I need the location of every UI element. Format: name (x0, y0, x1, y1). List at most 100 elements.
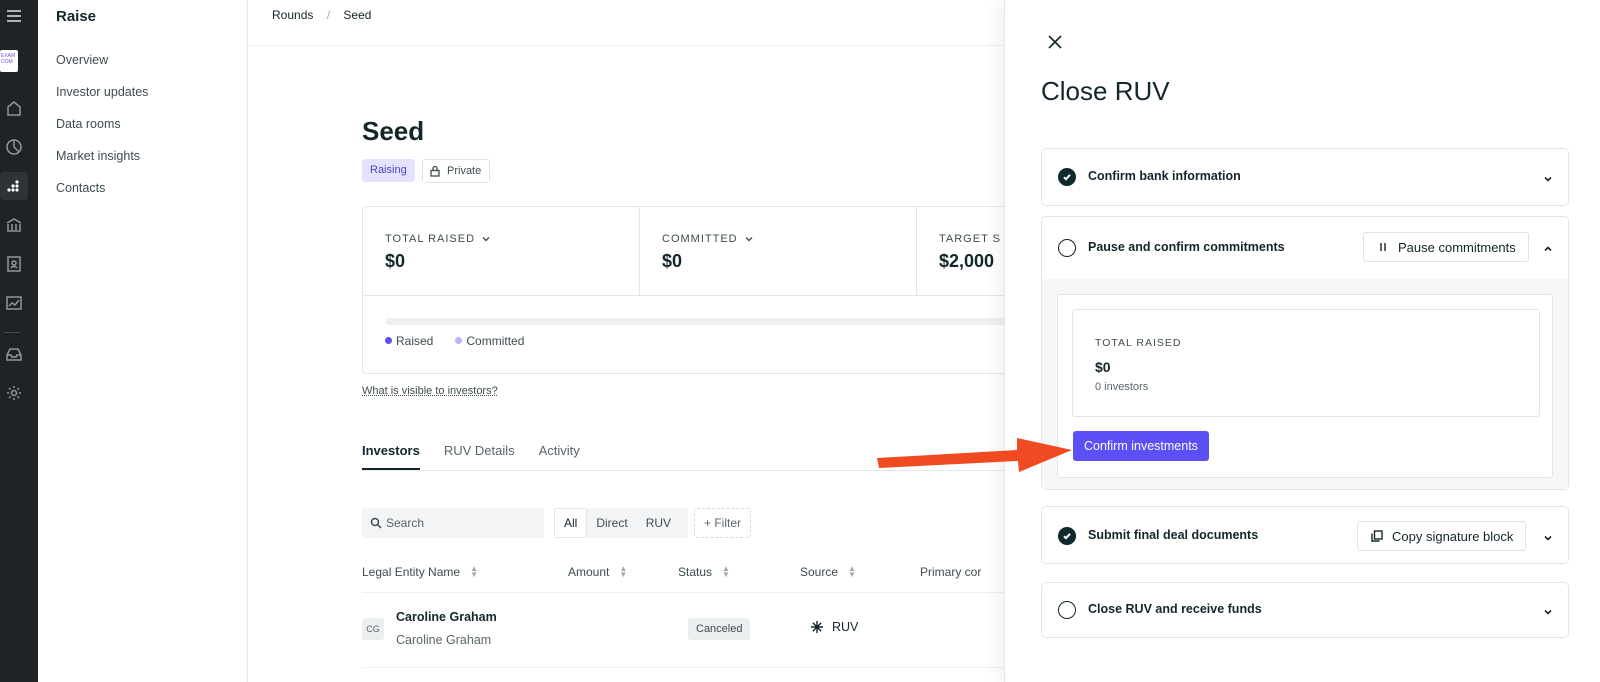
column-status[interactable]: Status ▲ ▼ (678, 564, 730, 580)
bank-icon[interactable] (0, 211, 28, 239)
progress-legend: Raised Committed (385, 334, 524, 348)
pause-commitments-button[interactable]: Pause commitments (1363, 232, 1529, 262)
chevron-down-icon (745, 237, 753, 242)
table-row-divider (362, 667, 1004, 668)
status-badge: Raising (362, 159, 415, 182)
check-circle-icon (1058, 527, 1076, 545)
sort-icon: ▲ ▼ (470, 564, 478, 579)
stat-target: TARGET S $2,000 (917, 207, 1004, 295)
sidebar-item-investor-updates[interactable]: Investor updates (56, 85, 148, 117)
confirm-card: TOTAL RAISED $0 0 investors Confirm inve… (1057, 294, 1553, 478)
committed-value: $0 (662, 251, 683, 271)
row-source: RUV (810, 620, 858, 634)
segment-direct[interactable]: Direct (587, 508, 636, 538)
copy-icon (1371, 530, 1383, 542)
check-circle-icon (1058, 168, 1076, 186)
chevron-down-icon (482, 237, 490, 242)
total-raised-value: $0 (385, 251, 406, 271)
total-raised-dropdown[interactable]: TOTAL RAISED (385, 233, 491, 245)
stats-card: TOTAL RAISED $0 COMMITTED $0 TARGET S $2… (362, 206, 1004, 374)
step-label: Close RUV and receive funds (1088, 602, 1262, 616)
column-source[interactable]: Source ▲ ▼ (800, 564, 856, 580)
investor-name[interactable]: Caroline Graham (396, 610, 497, 624)
step-confirm-bank-information[interactable]: Confirm bank information (1041, 148, 1569, 206)
chevron-down-icon[interactable] (1542, 531, 1554, 543)
legend-committed: Committed (455, 334, 524, 348)
sidebar-title: Raise (56, 8, 97, 25)
confirm-investments-button[interactable]: Confirm investments (1073, 431, 1209, 461)
avatar: CG (362, 618, 384, 640)
panel-title: Close RUV (1041, 76, 1170, 106)
chevron-down-icon[interactable] (1542, 605, 1554, 617)
legend-raised: Raised (385, 334, 433, 348)
step-label: Pause and confirm commitments (1088, 240, 1285, 254)
step-pause-and-confirm-commitments: Pause and confirm commitments Pause comm… (1041, 216, 1569, 490)
chevron-down-icon[interactable] (1542, 172, 1554, 184)
contacts-book-icon[interactable] (0, 250, 28, 278)
step-submit-final-deal-documents[interactable]: Submit final deal documents Copy signatu… (1041, 506, 1569, 564)
segment-all[interactable]: All (554, 508, 588, 538)
chart-line-icon[interactable] (0, 289, 28, 317)
copy-signature-block-button[interactable]: Copy signature block (1357, 521, 1527, 551)
stat-total-raised: TOTAL RAISED $0 (363, 207, 640, 295)
raise-progress-bar (385, 318, 1004, 325)
target-label: TARGET S (939, 233, 1001, 245)
lock-icon (430, 165, 440, 177)
raise-icon[interactable] (0, 172, 28, 200)
gear-icon[interactable] (0, 379, 28, 407)
summary-value: $0 (1095, 359, 1111, 375)
sidebar-item-market-insights[interactable]: Market insights (56, 149, 148, 181)
rail-divider (4, 332, 20, 333)
visibility-help-link[interactable]: What is visible to investors? (362, 385, 498, 397)
breadcrumb-rounds[interactable]: Rounds (272, 8, 313, 22)
secondary-sidebar: Raise Overview Investor updates Data roo… (38, 0, 248, 682)
stats-divider (363, 295, 1004, 296)
step-close-ruv-and-receive-funds[interactable]: Close RUV and receive funds (1041, 582, 1569, 638)
visibility-badge[interactable]: Private (422, 159, 491, 183)
page-title: Seed (362, 116, 425, 146)
home-icon[interactable] (0, 94, 28, 122)
empty-circle-icon (1058, 239, 1076, 257)
segment-ruv[interactable]: RUV (637, 508, 680, 538)
step-expanded-body: TOTAL RAISED $0 0 investors Confirm inve… (1042, 279, 1568, 489)
step-label: Submit final deal documents (1088, 528, 1259, 542)
total-raised-label: TOTAL RAISED (385, 233, 476, 245)
close-icon[interactable] (1045, 32, 1065, 52)
menu-icon[interactable] (0, 2, 28, 30)
search-input[interactable]: Search (362, 508, 544, 538)
company-logo[interactable]: EXAM COM (0, 50, 18, 72)
tab-bar: Investors RUV Details Activity (362, 443, 580, 470)
chevron-up-icon[interactable] (1542, 242, 1554, 254)
breadcrumb-seed: Seed (343, 8, 372, 22)
committed-dropdown[interactable]: COMMITTED (662, 233, 754, 245)
annotation-arrow-icon (877, 438, 1072, 472)
committed-label: COMMITTED (662, 233, 738, 245)
step-label: Confirm bank information (1088, 169, 1241, 183)
breadcrumb-separator: / (326, 8, 331, 22)
sidebar-item-data-rooms[interactable]: Data rooms (56, 117, 148, 149)
breadcrumb: Rounds / Seed (272, 8, 381, 22)
summary-investor-count: 0 investors (1095, 381, 1149, 393)
column-amount[interactable]: Amount ▲ ▼ (568, 565, 627, 580)
inbox-icon[interactable] (0, 340, 28, 368)
column-legal-entity-name[interactable]: Legal Entity Name ▲ ▼ (362, 564, 478, 580)
search-icon (370, 517, 382, 529)
target-value: $2,000 (939, 251, 995, 271)
add-filter-button[interactable]: + Filter (694, 508, 752, 538)
sidebar-item-contacts[interactable]: Contacts (56, 181, 148, 213)
tab-ruv-details[interactable]: RUV Details (444, 443, 515, 470)
tab-activity[interactable]: Activity (539, 443, 580, 470)
summary-label: TOTAL RAISED (1095, 337, 1182, 349)
sort-icon: ▲ ▼ (722, 564, 730, 579)
sidebar-item-overview[interactable]: Overview (56, 53, 148, 85)
tab-investors[interactable]: Investors (362, 443, 420, 470)
sort-icon: ▲ ▼ (848, 564, 856, 579)
source-segmented-control: All Direct RUV (554, 508, 689, 538)
investor-subname: Caroline Graham (396, 633, 492, 647)
table-header-divider (362, 592, 1004, 593)
header-divider (248, 45, 1004, 46)
column-primary-contact[interactable]: Primary cor (920, 565, 981, 579)
ruv-burst-icon (811, 621, 823, 633)
pie-chart-icon[interactable] (0, 133, 28, 161)
main-content: Rounds / Seed Seed Raising Private TOTAL… (248, 0, 1004, 682)
